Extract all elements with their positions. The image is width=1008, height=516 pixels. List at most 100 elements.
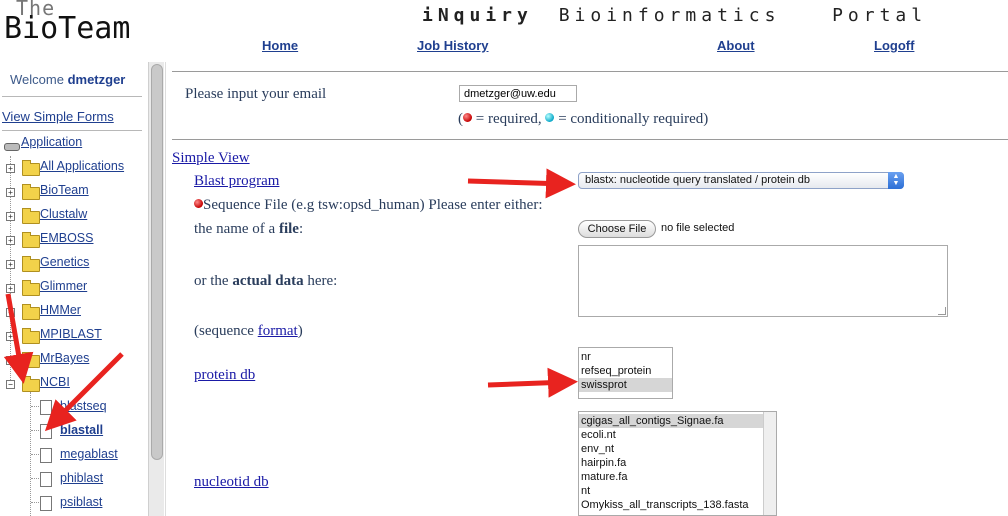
listbox-option[interactable]: hairpin.fa (579, 456, 776, 470)
listbox-option[interactable]: ecoli.nt (579, 428, 776, 442)
listbox-option[interactable]: mature.fa (579, 470, 776, 484)
tree-folder-label[interactable]: EMBOSS (40, 231, 94, 245)
tree-application-label[interactable]: Application (21, 135, 82, 149)
expand-icon[interactable]: + (6, 308, 15, 317)
folder-open-icon (22, 376, 40, 392)
expand-icon[interactable]: + (6, 212, 15, 221)
tree-folder-label[interactable]: All Applications (40, 159, 124, 173)
blast-program-select[interactable]: blastx: nucleotide query translated / pr… (578, 172, 904, 189)
sequence-format-link[interactable]: format (258, 323, 298, 339)
nav-about-link[interactable]: About (717, 38, 755, 53)
tree-item-megablast[interactable]: megablast (0, 446, 146, 466)
select-arrows-icon: ▲ ▼ (888, 172, 904, 189)
file-label-bold: file (278, 221, 299, 237)
seq-format-prefix: (sequence (194, 323, 258, 339)
tree-folder-ncbi[interactable]: − NCBI (0, 374, 146, 394)
tree-folder-label[interactable]: BioTeam (40, 183, 89, 197)
required-legend: ( = required, = conditionally required) (458, 111, 708, 128)
tree-folder-emboss[interactable]: + EMBOSS (0, 230, 146, 250)
tree-folder-label[interactable]: NCBI (40, 375, 70, 389)
tree-item-blastall[interactable]: blastall (0, 422, 146, 442)
sidebar-divider (2, 96, 142, 97)
tree-folder-mrbayes[interactable]: + MrBayes (0, 350, 146, 370)
main-left-border (165, 62, 166, 516)
protein-db-link[interactable]: protein db (194, 367, 255, 384)
tree-folder-label[interactable]: Genetics (40, 255, 89, 269)
tree-folder-label[interactable]: HMMer (40, 303, 81, 317)
tree-folder-mpiblast[interactable]: + MPIBLAST (0, 326, 146, 346)
listbox-option[interactable]: nt (579, 484, 776, 498)
tree-item-label[interactable]: psiblast (60, 495, 102, 509)
blast-program-link[interactable]: Blast program (194, 173, 279, 190)
tree-folder-label[interactable]: MPIBLAST (40, 327, 102, 341)
expand-icon[interactable]: + (6, 260, 15, 269)
tree-application[interactable]: Application (0, 134, 146, 154)
tree-folder-clustalw[interactable]: + Clustalw (0, 206, 146, 226)
expand-icon[interactable]: + (6, 188, 15, 197)
listbox-scrollbar[interactable] (763, 412, 776, 515)
application-icon (4, 143, 20, 151)
sequence-format-label: (sequence format) (194, 323, 303, 340)
choose-file-button[interactable]: Choose File (578, 220, 656, 238)
folder-icon (22, 328, 40, 344)
required-dot-icon (463, 113, 472, 122)
tree-item-phiblast[interactable]: phiblast (0, 470, 146, 490)
listbox-option[interactable]: env_nt (579, 442, 776, 456)
sequence-data-textarea[interactable] (578, 245, 948, 317)
tree-folder-label[interactable]: Clustalw (40, 207, 87, 221)
actual-suffix: here: (303, 273, 338, 289)
email-field[interactable] (459, 85, 577, 102)
listbox-option-selected[interactable]: swissprot (579, 378, 672, 392)
listbox-option-selected[interactable]: cgigas_all_contigs_Signae.fa (579, 414, 776, 428)
tree-folder-label[interactable]: Glimmer (40, 279, 87, 293)
welcome-text: Welcome dmetzger (10, 72, 125, 87)
nav-home-link[interactable]: Home (262, 38, 298, 53)
folder-icon (22, 232, 40, 248)
protein-db-listbox[interactable]: nr refseq_protein swissprot (578, 347, 673, 399)
expand-icon[interactable]: + (6, 332, 15, 341)
actual-bold: actual data (232, 273, 304, 289)
listbox-option[interactable]: Omykiss_all_transcripts_138.fasta (579, 498, 776, 512)
view-simple-forms-link[interactable]: View Simple Forms (2, 109, 114, 124)
expand-icon[interactable]: + (6, 356, 15, 365)
file-label-prefix: the name of a (194, 221, 279, 237)
folder-icon (22, 256, 40, 272)
tree-folder-label[interactable]: MrBayes (40, 351, 89, 365)
nav-logoff-link[interactable]: Logoff (874, 38, 914, 53)
listbox-option[interactable]: nr (579, 350, 672, 364)
collapse-icon[interactable]: − (6, 380, 15, 389)
tree-item-label[interactable]: megablast (60, 447, 118, 461)
tree-folder-bioteam[interactable]: + BioTeam (0, 182, 146, 202)
email-label: Please input your email (185, 86, 327, 102)
tree-folder-hmmer[interactable]: + HMMer (0, 302, 146, 322)
sequence-file-text: Sequence File (e.g tsw:opsd_human) Pleas… (203, 197, 543, 213)
expand-icon[interactable]: + (6, 164, 15, 173)
nucleotid-db-link[interactable]: nucleotid db (194, 474, 269, 491)
nucleotid-db-listbox[interactable]: cgigas_all_contigs_Signae.fa ecoli.nt en… (578, 411, 777, 516)
required-dot-icon (194, 199, 203, 208)
tree-item-label[interactable]: blastseq (60, 399, 107, 413)
expand-icon[interactable]: + (6, 236, 15, 245)
tree-folder-glimmer[interactable]: + Glimmer (0, 278, 146, 298)
tree-folder-all-applications[interactable]: + All Applications (0, 158, 146, 178)
sidebar-scroll-thumb[interactable] (151, 64, 163, 460)
sidebar-scrollbar[interactable] (148, 62, 164, 516)
logo-bioteam: BioTeam (4, 11, 131, 46)
listbox-option[interactable]: refseq_protein (579, 364, 672, 378)
resize-handle[interactable] (938, 307, 946, 315)
simple-view-link[interactable]: Simple View (172, 150, 250, 167)
welcome-username: dmetzger (67, 72, 126, 87)
actual-data-label: or the actual data here: (194, 273, 337, 290)
tree-folder-genetics[interactable]: + Genetics (0, 254, 146, 274)
tree-item-psiblast[interactable]: psiblast (0, 494, 146, 514)
folder-icon (22, 208, 40, 224)
arrow-to-swissprot (487, 367, 578, 398)
file-label: the name of a file: (194, 221, 303, 238)
expand-icon[interactable]: + (6, 284, 15, 293)
document-icon (40, 424, 52, 439)
tree-item-label[interactable]: phiblast (60, 471, 103, 485)
nav-job-history-link[interactable]: Job History (417, 38, 489, 53)
tree-item-blastseq[interactable]: blastseq (0, 398, 146, 418)
tree-item-label[interactable]: blastall (60, 423, 103, 437)
document-icon (40, 448, 52, 463)
